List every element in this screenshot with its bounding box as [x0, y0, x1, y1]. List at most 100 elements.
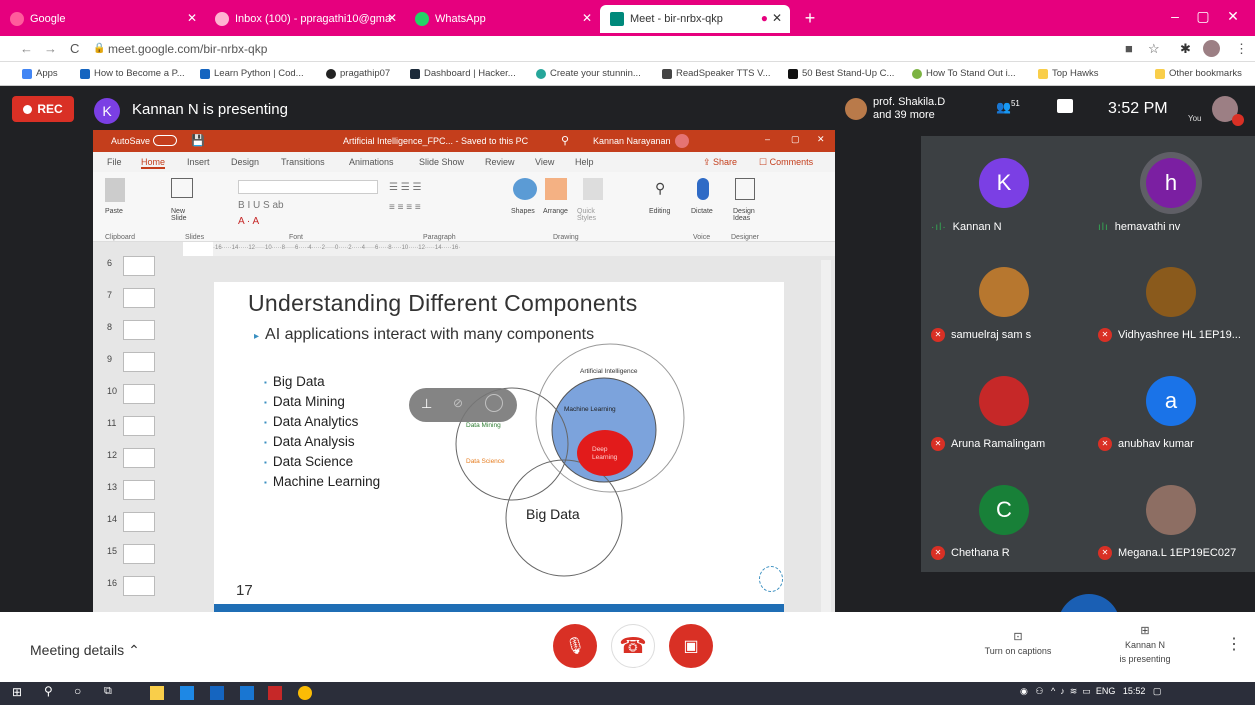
comments-button[interactable]: ☐ Comments	[759, 157, 813, 168]
slide-thumbnail[interactable]	[123, 448, 155, 468]
back-icon[interactable]: ←	[20, 41, 33, 56]
bookmark-folder[interactable]: Top Hawks	[1038, 68, 1098, 79]
close-icon[interactable]: ✕	[187, 11, 197, 25]
new-tab-button[interactable]: +	[800, 8, 820, 29]
notification-icon[interactable]: ▢	[1153, 686, 1162, 696]
bookmark-item[interactable]: How to Become a P...	[80, 68, 185, 79]
slide-thumbnail[interactable]	[123, 416, 155, 436]
profile-avatar[interactable]	[1203, 40, 1220, 57]
design-ideas-icon[interactable]	[735, 178, 755, 200]
forward-icon[interactable]: →	[44, 41, 57, 56]
mute-icon[interactable]: ⊘	[453, 396, 463, 410]
participant-tile[interactable]: K ·ıl· Kannan N	[921, 136, 1088, 245]
slide-thumbnail[interactable]	[123, 544, 155, 564]
people-icon[interactable]: ⚇	[1035, 686, 1043, 696]
list-icons[interactable]: ☰ ☰ ☰	[389, 182, 421, 193]
minimize-button[interactable]: –	[765, 134, 770, 144]
tab-whatsapp[interactable]: WhatsApp ✕	[405, 5, 600, 33]
meeting-details-button[interactable]: Meeting details ⌃	[30, 642, 140, 659]
pin-icon[interactable]: ⊥	[421, 396, 432, 412]
bookmark-item[interactable]: Dashboard | Hacker...	[410, 68, 516, 79]
chevron-up-icon[interactable]: ^	[1051, 686, 1055, 696]
editing-icon[interactable]: ⚲	[655, 180, 665, 197]
tab-insert[interactable]: Insert	[187, 157, 210, 167]
app-icon[interactable]	[240, 686, 254, 700]
maximize-button[interactable]: ▢	[791, 134, 800, 145]
save-icon[interactable]: 💾	[191, 134, 205, 147]
close-icon[interactable]: ✕	[582, 11, 592, 25]
close-button[interactable]: ✕	[817, 134, 825, 145]
chrome-icon[interactable]	[298, 686, 312, 700]
slide-thumbnail[interactable]	[123, 384, 155, 404]
language-label[interactable]: ENG	[1096, 686, 1116, 696]
tab-google[interactable]: Google ✕	[0, 5, 205, 33]
user-avatar[interactable]	[675, 134, 689, 148]
presenting-button[interactable]: ⊞ Kannan N is presenting	[1105, 624, 1185, 666]
chat-icon[interactable]	[1057, 99, 1073, 113]
participant-tile[interactable]: C ✕ Chethana R	[921, 463, 1088, 572]
microphone-icon[interactable]	[697, 178, 709, 200]
tab-view[interactable]: View	[535, 157, 554, 167]
menu-icon[interactable]: ⋮	[1235, 41, 1248, 57]
search-icon[interactable]: ⚲	[561, 134, 569, 147]
host-info[interactable]: prof. Shakila.D and 39 more	[873, 96, 945, 122]
tab-meet[interactable]: Meet - bir-nrbx-qkp ● ✕	[600, 5, 790, 33]
url-field[interactable]: meet.google.com/bir-nrbx-qkp	[108, 42, 267, 56]
share-button[interactable]: ⇪ Share	[703, 157, 737, 168]
windows-start-icon[interactable]: ⊞	[12, 685, 26, 699]
arrange-icon[interactable]	[545, 178, 567, 200]
participant-tile[interactable]: ✕ Aruna Ramalingam	[921, 354, 1088, 463]
people-button[interactable]: 👥51	[996, 99, 1020, 114]
tab-help[interactable]: Help	[575, 157, 594, 167]
battery-icon[interactable]: ▭	[1082, 686, 1091, 696]
close-icon[interactable]: ✕	[772, 11, 782, 25]
mail-icon[interactable]	[210, 686, 224, 700]
participant-tile[interactable]: ✕ samuelraj sam s	[921, 245, 1088, 354]
star-icon[interactable]: ☆	[1148, 41, 1160, 57]
powerpoint-icon[interactable]	[268, 686, 282, 700]
cortana-icon[interactable]: ○	[74, 684, 88, 698]
bookmark-apps[interactable]: Apps	[22, 68, 58, 79]
participant-tile[interactable]: ✕ Megana.L 1EP19EC027	[1088, 463, 1255, 572]
close-window-button[interactable]: ✕	[1218, 8, 1248, 25]
remove-icon[interactable]	[485, 394, 503, 412]
search-icon[interactable]: ⚲	[44, 684, 58, 698]
tab-slide-show[interactable]: Slide Show	[419, 157, 464, 167]
bookmark-item[interactable]: ReadSpeaker TTS V...	[662, 68, 771, 79]
bookmark-item[interactable]: pragathip07	[326, 68, 390, 79]
slide-thumbnail[interactable]	[123, 288, 155, 308]
taskbar-clock[interactable]: 15:52	[1123, 686, 1146, 696]
network-icon[interactable]: ◉	[1020, 686, 1028, 696]
participant-tile[interactable]: h ılı hemavathi nv	[1088, 136, 1255, 245]
camera-icon[interactable]: ■	[1125, 41, 1133, 56]
close-icon[interactable]: ✕	[387, 11, 397, 25]
participant-tile[interactable]: a ✕ anubhav kumar	[1088, 354, 1255, 463]
autosave-toggle[interactable]	[153, 135, 177, 146]
more-options-icon[interactable]: ⋮	[1226, 637, 1242, 653]
autosave-label[interactable]: AutoSave	[111, 136, 150, 146]
extensions-icon[interactable]: ✱	[1180, 41, 1191, 57]
new-slide-icon[interactable]	[171, 178, 193, 198]
tab-review[interactable]: Review	[485, 157, 515, 167]
bookmark-item[interactable]: Create your stunnin...	[536, 68, 641, 79]
bookmark-item[interactable]: How To Stand Out i...	[912, 68, 1016, 79]
leave-call-button[interactable]: ☎	[611, 624, 655, 668]
tab-inbox[interactable]: Inbox (100) - ppragathi10@gma ✕	[205, 5, 405, 33]
maximize-button[interactable]: ▢	[1188, 8, 1218, 25]
slide-thumbnail[interactable]	[123, 576, 155, 596]
font-format-icons[interactable]: B I U S ab	[238, 200, 284, 211]
task-view-icon[interactable]: ⧉	[104, 685, 118, 699]
volume-icon[interactable]: ♪	[1060, 686, 1065, 696]
vertical-scrollbar[interactable]	[821, 260, 831, 612]
slide-thumbnail[interactable]	[123, 352, 155, 372]
wifi-icon[interactable]: ≋	[1070, 686, 1078, 696]
slide-thumbnail[interactable]	[123, 512, 155, 532]
camera-toggle-button[interactable]: ▣	[669, 624, 713, 668]
paste-icon[interactable]	[105, 178, 125, 202]
mic-toggle-button[interactable]: 🎙	[553, 624, 597, 668]
participant-tile[interactable]: ✕ Vidhyashree HL 1EP19...	[1088, 245, 1255, 354]
shapes-icon[interactable]	[513, 178, 537, 200]
font-name-select[interactable]	[238, 180, 378, 194]
quick-styles-icon[interactable]	[583, 178, 603, 200]
bookmark-item[interactable]: Learn Python | Cod...	[200, 68, 304, 79]
